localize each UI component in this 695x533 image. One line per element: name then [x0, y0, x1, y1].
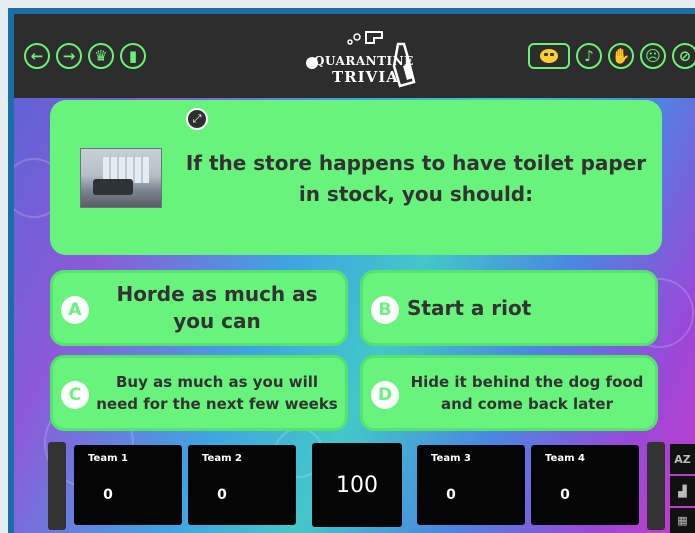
team-4-panel[interactable]: Team 4 0	[531, 445, 639, 525]
forward-arrow-icon[interactable]: →	[56, 43, 82, 69]
answer-d-text: Hide it behind the dog food and come bac…	[410, 373, 644, 413]
answer-a-text: Horde as much as you can	[116, 282, 318, 333]
team-3-name: Team 3	[431, 453, 471, 464]
music-note-icon[interactable]: ♪	[576, 43, 602, 69]
answer-b-button[interactable]: B Start a riot	[360, 270, 658, 346]
sad-face-icon[interactable]: ☹	[640, 43, 666, 69]
team-1-name: Team 1	[88, 453, 128, 464]
answer-b-badge: B	[371, 296, 399, 324]
answer-a-button[interactable]: A Horde as much as you can	[50, 270, 348, 346]
quarantine-trivia-logo: QUARANTINE TRIVIA	[306, 26, 436, 90]
answer-d-button[interactable]: D Hide it behind the dog food and come b…	[360, 355, 658, 431]
sort-az-button[interactable]: AZ	[670, 444, 695, 474]
cheer-hands-icon[interactable]: ✋	[608, 43, 634, 69]
logo-line-1: QUARANTINE	[314, 54, 414, 68]
answer-c-button[interactable]: C Buy as much as you will need for the n…	[50, 355, 348, 431]
question-image[interactable]	[80, 148, 162, 208]
emoji-face-icon	[540, 49, 558, 63]
team-4-score: 0	[560, 487, 570, 503]
team-3-score: 0	[446, 487, 456, 503]
team-1-panel[interactable]: Team 1 0	[74, 445, 182, 525]
left-side-rail[interactable]	[48, 442, 66, 530]
answer-a-badge: A	[61, 296, 89, 324]
expand-icon[interactable]: ⤢	[186, 108, 208, 130]
right-side-rail[interactable]	[647, 442, 665, 530]
grid-icon[interactable]: ▦	[670, 508, 695, 533]
team-2-panel[interactable]: Team 2 0	[188, 445, 296, 525]
exit-door-icon[interactable]: ▮	[120, 43, 146, 69]
pickup-truck	[93, 179, 133, 195]
answer-c-badge: C	[61, 381, 89, 409]
answer-d-badge: D	[371, 381, 399, 409]
team-2-score: 0	[217, 487, 227, 503]
podium-icon[interactable]: ▟	[670, 476, 695, 506]
mute-icon[interactable]: ⊘	[672, 43, 695, 69]
team-4-name: Team 4	[545, 453, 585, 464]
points-panel: 100	[312, 443, 402, 527]
trophy-icon[interactable]: ♛	[88, 43, 114, 69]
top-toolbar: ← → ♛ ▮ QUARANTINE TRIVIA ♪ ✋ ☹ ⊘	[14, 14, 695, 98]
team-3-panel[interactable]: Team 3 0	[417, 445, 525, 525]
team-2-name: Team 2	[202, 453, 242, 464]
team-1-score: 0	[103, 487, 113, 503]
answer-c-text: Buy as much as you will need for the nex…	[96, 373, 338, 413]
question-points: 100	[336, 473, 378, 498]
emoji-reaction-button[interactable]	[528, 43, 570, 69]
back-arrow-icon[interactable]: ←	[24, 43, 50, 69]
logo-line-2: TRIVIA	[332, 68, 399, 86]
question-text: If the store happens to have toilet pape…	[185, 151, 647, 206]
answer-b-text: Start a riot	[407, 295, 532, 320]
